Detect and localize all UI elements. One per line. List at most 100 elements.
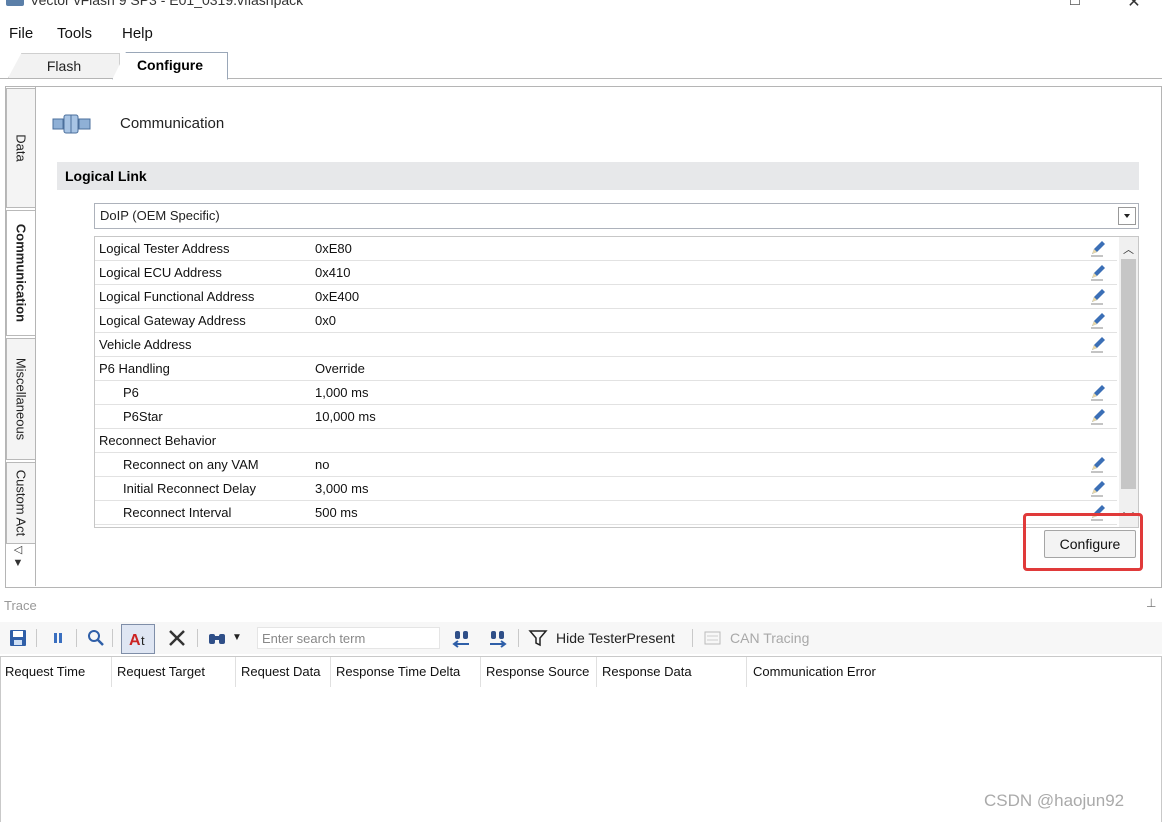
scroll-thumb[interactable]: [1121, 259, 1136, 489]
column-header[interactable]: Request Time: [5, 664, 85, 679]
logical-link-dropdown[interactable]: DoIP (OEM Specific): [94, 203, 1139, 229]
property-value: 0xE80: [315, 241, 352, 256]
pencil-icon[interactable]: [1089, 288, 1107, 305]
menu-bar: File Tools Help: [0, 20, 1162, 48]
property-name: Reconnect Behavior: [99, 433, 217, 448]
scroll-up-icon[interactable]: ︿: [1119, 241, 1138, 257]
menu-help[interactable]: Help: [122, 25, 153, 42]
communication-icon: [52, 112, 92, 136]
property-row[interactable]: Logical Tester Address 0xE80: [95, 237, 1117, 261]
communication-title: Communication: [120, 115, 225, 132]
property-name: Initial Reconnect Delay: [123, 481, 256, 496]
magnifier-icon[interactable]: [86, 628, 106, 648]
property-grid: Logical Tester Address 0xE80 Logical ECU…: [94, 236, 1139, 528]
save-icon[interactable]: [8, 628, 28, 648]
can-tracing-button: CAN Tracing: [730, 630, 810, 646]
pencil-icon[interactable]: [1089, 480, 1107, 497]
menu-tools[interactable]: Tools: [57, 25, 92, 42]
close-icon[interactable]: ✕: [1124, 0, 1144, 12]
property-value: 500 ms: [315, 505, 358, 520]
column-header[interactable]: Request Target: [117, 664, 205, 679]
pencil-icon[interactable]: [1089, 384, 1107, 401]
grid-scrollbar[interactable]: ︿ ﹀: [1119, 237, 1138, 527]
property-name: Reconnect on any VAM: [123, 457, 259, 472]
property-row[interactable]: Vehicle Address: [95, 333, 1117, 357]
side-tab-communication[interactable]: Communication: [6, 210, 35, 336]
pencil-icon[interactable]: [1089, 456, 1107, 473]
side-tab-miscellaneous[interactable]: Miscellaneous: [6, 338, 36, 460]
property-name: P6Star: [123, 409, 163, 424]
pin-icon[interactable]: ⊥: [1146, 596, 1156, 610]
search-input[interactable]: [257, 627, 440, 649]
svg-text:t: t: [141, 633, 145, 648]
property-row[interactable]: Reconnect Behavior: [95, 429, 1117, 453]
can-tracing-icon: [703, 628, 723, 648]
property-row[interactable]: P6Star 10,000 ms: [95, 405, 1117, 429]
property-row[interactable]: P6 1,000 ms: [95, 381, 1117, 405]
pencil-icon[interactable]: [1089, 264, 1107, 281]
hide-tester-present-button[interactable]: Hide TesterPresent: [556, 630, 675, 646]
side-tab-data[interactable]: Data: [6, 88, 36, 208]
configure-button[interactable]: Configure: [1044, 530, 1136, 558]
property-value: 3,000 ms: [315, 481, 369, 496]
section-title-logical-link: Logical Link: [65, 168, 147, 184]
trace-title: Trace: [4, 598, 37, 613]
clear-icon[interactable]: [167, 628, 187, 648]
pause-icon[interactable]: [48, 628, 68, 648]
chevron-down-icon[interactable]: [1118, 207, 1136, 225]
property-name: P6 Handling: [99, 361, 170, 376]
property-value: 10,000 ms: [315, 409, 376, 424]
trace-toolbar: At ▼ Hide TesterPresent CAN Tracing: [0, 622, 1162, 654]
chevron-down-icon[interactable]: ▼: [232, 632, 242, 643]
column-header[interactable]: Response Source: [486, 664, 589, 679]
watermark: CSDN @haojun92: [984, 791, 1125, 810]
filter-icon[interactable]: [528, 628, 548, 648]
find-next-icon[interactable]: [488, 628, 508, 648]
section-band: [57, 162, 1139, 190]
main-tab-strip: Flash Configure: [0, 48, 1162, 80]
tab-configure[interactable]: Configure: [112, 52, 228, 80]
window-title: Vector vFlash 9 SP3 - E01_0319.vflashpac…: [30, 0, 304, 8]
svg-text:A: A: [129, 632, 141, 649]
app-icon: [6, 0, 24, 6]
property-row[interactable]: P6 Handling Override: [95, 357, 1117, 381]
maximize-icon[interactable]: □: [1065, 0, 1085, 10]
tab-flash[interactable]: Flash: [8, 53, 120, 78]
pencil-icon[interactable]: [1089, 408, 1107, 425]
property-name: Vehicle Address: [99, 337, 192, 352]
property-row[interactable]: Initial Reconnect Delay 3,000 ms: [95, 477, 1117, 501]
side-tab-custom-actions[interactable]: Custom Act: [6, 462, 36, 544]
property-name: P6: [123, 385, 139, 400]
title-bar: Vector vFlash 9 SP3 - E01_0319.vflashpac…: [0, 0, 1162, 12]
find-previous-icon[interactable]: [452, 628, 472, 648]
binoculars-icon[interactable]: [207, 628, 227, 648]
highlight-text-icon[interactable]: At: [121, 624, 155, 654]
menu-file[interactable]: File: [9, 25, 33, 42]
property-value: 1,000 ms: [315, 385, 369, 400]
scroll-down-icon[interactable]: ▼: [8, 557, 28, 570]
scroll-up-icon[interactable]: ◁: [8, 544, 28, 557]
property-value: Override: [315, 361, 365, 376]
column-header[interactable]: Response Time Delta: [336, 664, 460, 679]
property-row[interactable]: Logical Functional Address 0xE400: [95, 285, 1117, 309]
column-header[interactable]: Request Data: [241, 664, 321, 679]
property-name: Logical Tester Address: [99, 241, 230, 256]
property-row[interactable]: Logical Gateway Address 0x0: [95, 309, 1117, 333]
column-header[interactable]: Response Data: [602, 664, 692, 679]
property-value: no: [315, 457, 330, 472]
pencil-icon[interactable]: [1089, 240, 1107, 257]
column-header[interactable]: Communication Error: [753, 664, 876, 679]
logical-link-selected: DoIP (OEM Specific): [100, 208, 220, 223]
property-row[interactable]: Logical ECU Address 0x410: [95, 261, 1117, 285]
property-name: Logical Gateway Address: [99, 313, 246, 328]
side-tab-scroll[interactable]: ◁ ▼: [8, 544, 28, 580]
property-value: 0x410: [315, 265, 351, 280]
pencil-icon[interactable]: [1089, 336, 1107, 353]
property-name: Reconnect Interval: [123, 505, 232, 520]
property-name: Logical Functional Address: [99, 289, 255, 304]
property-row[interactable]: Reconnect on any VAM no: [95, 453, 1117, 477]
property-row[interactable]: Reconnect Interval 500 ms: [95, 501, 1117, 525]
property-value: 0x0: [315, 313, 336, 328]
pencil-icon[interactable]: [1089, 312, 1107, 329]
property-value: 0xE400: [315, 289, 360, 304]
